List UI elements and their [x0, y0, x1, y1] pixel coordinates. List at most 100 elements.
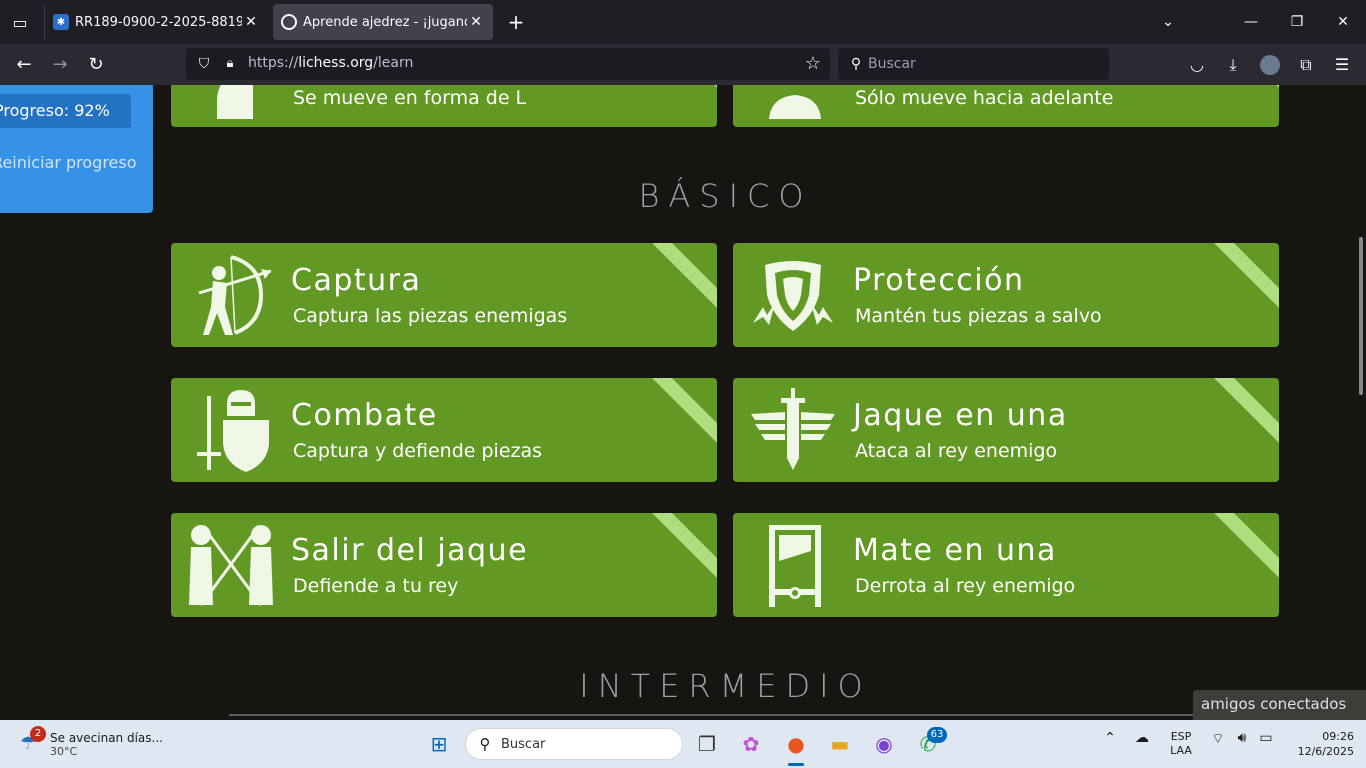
shield-icon[interactable]: ⛉: [194, 54, 214, 74]
page-content: Progreso: 92% Reiniciar progreso Se muev…: [0, 85, 1366, 720]
tab-lichess-learn[interactable]: Aprende ajedrez - ¡jugando! • li ✕: [273, 4, 493, 40]
winged-sword-icon: [749, 386, 837, 474]
divider: [229, 714, 1193, 716]
stage-pawn[interactable]: Sólo mueve hacia adelante: [733, 85, 1279, 127]
close-icon[interactable]: ✕: [242, 14, 260, 30]
chevron-down-icon[interactable]: ⌄: [1145, 8, 1191, 36]
tor-browser-icon[interactable]: ◉: [866, 726, 902, 762]
search-icon: ⚲: [850, 56, 862, 72]
learn-progress-panel: Progreso: 92% Reiniciar progreso: [0, 85, 153, 213]
tab-title: RR189-0900-2-2025-881950: Ac: [75, 14, 242, 30]
reset-progress-link[interactable]: Reiniciar progreso: [0, 153, 137, 172]
stage-name: Salir del jaque: [291, 533, 529, 568]
battery-icon[interactable]: ▭: [1256, 730, 1276, 746]
hamburger-menu-icon[interactable]: ☰: [1329, 52, 1355, 78]
browser-search-bar[interactable]: ⚲: [838, 48, 1109, 80]
tab-list-icon[interactable]: ▭: [8, 10, 32, 34]
knight-helmet-shield-icon: [187, 386, 275, 474]
completed-ribbon: [639, 378, 717, 451]
back-arrow-icon[interactable]: ←: [11, 52, 37, 78]
stage-description: Mantén tus piezas a salvo: [855, 305, 1102, 327]
tab-assignment[interactable]: ✱ RR189-0900-2-2025-881950: Ac ✕: [44, 4, 268, 40]
section-title-intermediate: INTERMEDIO: [579, 667, 872, 705]
weather-temperature: 30°C: [50, 744, 78, 758]
search-icon: ⚲: [479, 735, 491, 753]
stage-description: Captura y defiende piezas: [293, 440, 543, 462]
stage-description: Se mueve en forma de L: [293, 87, 527, 109]
stage-description: Derrota al rey enemigo: [855, 575, 1076, 597]
completed-ribbon: [1201, 243, 1279, 316]
completed-ribbon: [639, 243, 717, 316]
wifi-icon[interactable]: ⌔: [1208, 730, 1228, 748]
stage-name: Jaque en una: [853, 398, 1068, 433]
close-window-icon[interactable]: ✕: [1320, 8, 1366, 36]
completed-ribbon: [639, 85, 717, 96]
download-icon[interactable]: ⤓: [1220, 52, 1246, 78]
star-icon[interactable]: ☆: [802, 53, 824, 75]
whatsapp-badge: 63: [927, 727, 947, 743]
stage-name: Combate: [291, 398, 438, 433]
tab-bar: ▭ ✱ RR189-0900-2-2025-881950: Ac ✕ Apren…: [0, 0, 1366, 44]
stage-protection[interactable]: Protección Mantén tus piezas a salvo: [733, 243, 1279, 347]
stage-description: Ataca al rey enemigo: [855, 440, 1058, 462]
avatar-icon[interactable]: [1260, 55, 1280, 75]
stage-description: Defiende a tu rey: [293, 575, 459, 597]
volume-icon[interactable]: 🔊︎: [1232, 730, 1252, 746]
site-favicon-icon: ✱: [53, 14, 69, 30]
windows-start-icon[interactable]: ⊞: [421, 726, 457, 762]
stage-combat[interactable]: Combate Captura y defiende piezas: [171, 378, 717, 482]
umbrella-icon: ☂ 2: [16, 726, 46, 756]
copilot-icon[interactable]: ✿: [733, 726, 769, 762]
notification-badge: 2: [30, 726, 46, 742]
stage-capture[interactable]: Captura Captura las piezas enemigas: [171, 243, 717, 347]
stage-knight[interactable]: Se mueve en forma de L: [171, 85, 717, 127]
stage-name: Mate en una: [853, 533, 1057, 568]
taskbar-clock[interactable]: 09:26 12/6/2025: [1284, 729, 1354, 759]
completed-ribbon: [639, 513, 717, 586]
completed-ribbon: [1201, 378, 1279, 451]
taskbar-search[interactable]: ⚲: [465, 728, 683, 760]
completed-ribbon: [1201, 513, 1279, 586]
weather-title: Se avecinan días...: [50, 730, 163, 745]
pocket-icon[interactable]: ◡: [1184, 52, 1210, 78]
friends-online-box[interactable]: amigos conectados: [1193, 690, 1366, 720]
input-language-indicator[interactable]: ESP LAA: [1164, 730, 1198, 758]
forward-arrow-icon[interactable]: →: [47, 52, 73, 78]
plus-icon[interactable]: +: [504, 10, 528, 34]
stage-description: Captura las piezas enemigas: [293, 305, 568, 327]
stage-check-in-one[interactable]: Jaque en una Ataca al rey enemigo: [733, 378, 1279, 482]
reload-icon[interactable]: ↻: [83, 52, 109, 78]
weather-widget[interactable]: ☂ 2 Se avecinan días... 30°C: [16, 726, 163, 762]
url-text[interactable]: https://lichess.org/learn: [248, 55, 413, 71]
pawn-icon: [749, 85, 837, 119]
taskbar: ☂2 Se avecinan días... 30°C ⊞ ⚲ ❐ ✿ ● ▬ …: [0, 720, 1366, 768]
page-scrollbar[interactable]: [1359, 237, 1363, 395]
file-explorer-icon[interactable]: ▬: [822, 726, 858, 762]
restore-icon[interactable]: ❐: [1274, 8, 1320, 36]
firefox-icon[interactable]: ●: [778, 726, 814, 762]
stage-description: Sólo mueve hacia adelante: [855, 87, 1114, 109]
stage-escape-check[interactable]: Salir del jaque Defiende a tu rey: [171, 513, 717, 617]
active-app-indicator: [788, 763, 804, 766]
stage-name: Protección: [853, 263, 1025, 298]
progress-bar: Progreso: 92%: [0, 94, 131, 128]
completed-ribbon: [1201, 85, 1279, 96]
stage-mate-in-one[interactable]: Mate en una Derrota al rey enemigo: [733, 513, 1279, 617]
browser-search-input[interactable]: [868, 54, 1098, 74]
section-title-basic: BÁSICO: [638, 177, 813, 215]
archer-icon: [187, 251, 275, 339]
crossed-spears-icon: [187, 521, 275, 609]
minimize-icon[interactable]: —: [1228, 8, 1274, 36]
shield-lightning-icon: [749, 251, 837, 339]
puzzle-icon[interactable]: ⧉: [1293, 52, 1319, 78]
taskbar-search-input[interactable]: [501, 735, 671, 753]
task-view-icon[interactable]: ❐: [689, 726, 725, 762]
chevron-up-icon[interactable]: ⌃: [1102, 730, 1118, 746]
navigation-toolbar: ← → ↻ ⛉ 🔒︎ https://lichess.org/learn ☆ ⚲…: [0, 44, 1366, 85]
knight-icon: [187, 85, 275, 119]
close-icon[interactable]: ✕: [467, 14, 485, 30]
address-bar[interactable]: ⛉ 🔒︎ https://lichess.org/learn ☆: [186, 48, 830, 80]
lock-icon[interactable]: 🔒︎: [220, 54, 240, 74]
tab-title: Aprende ajedrez - ¡jugando! • li: [303, 14, 467, 30]
onedrive-icon[interactable]: ☁: [1132, 730, 1152, 746]
